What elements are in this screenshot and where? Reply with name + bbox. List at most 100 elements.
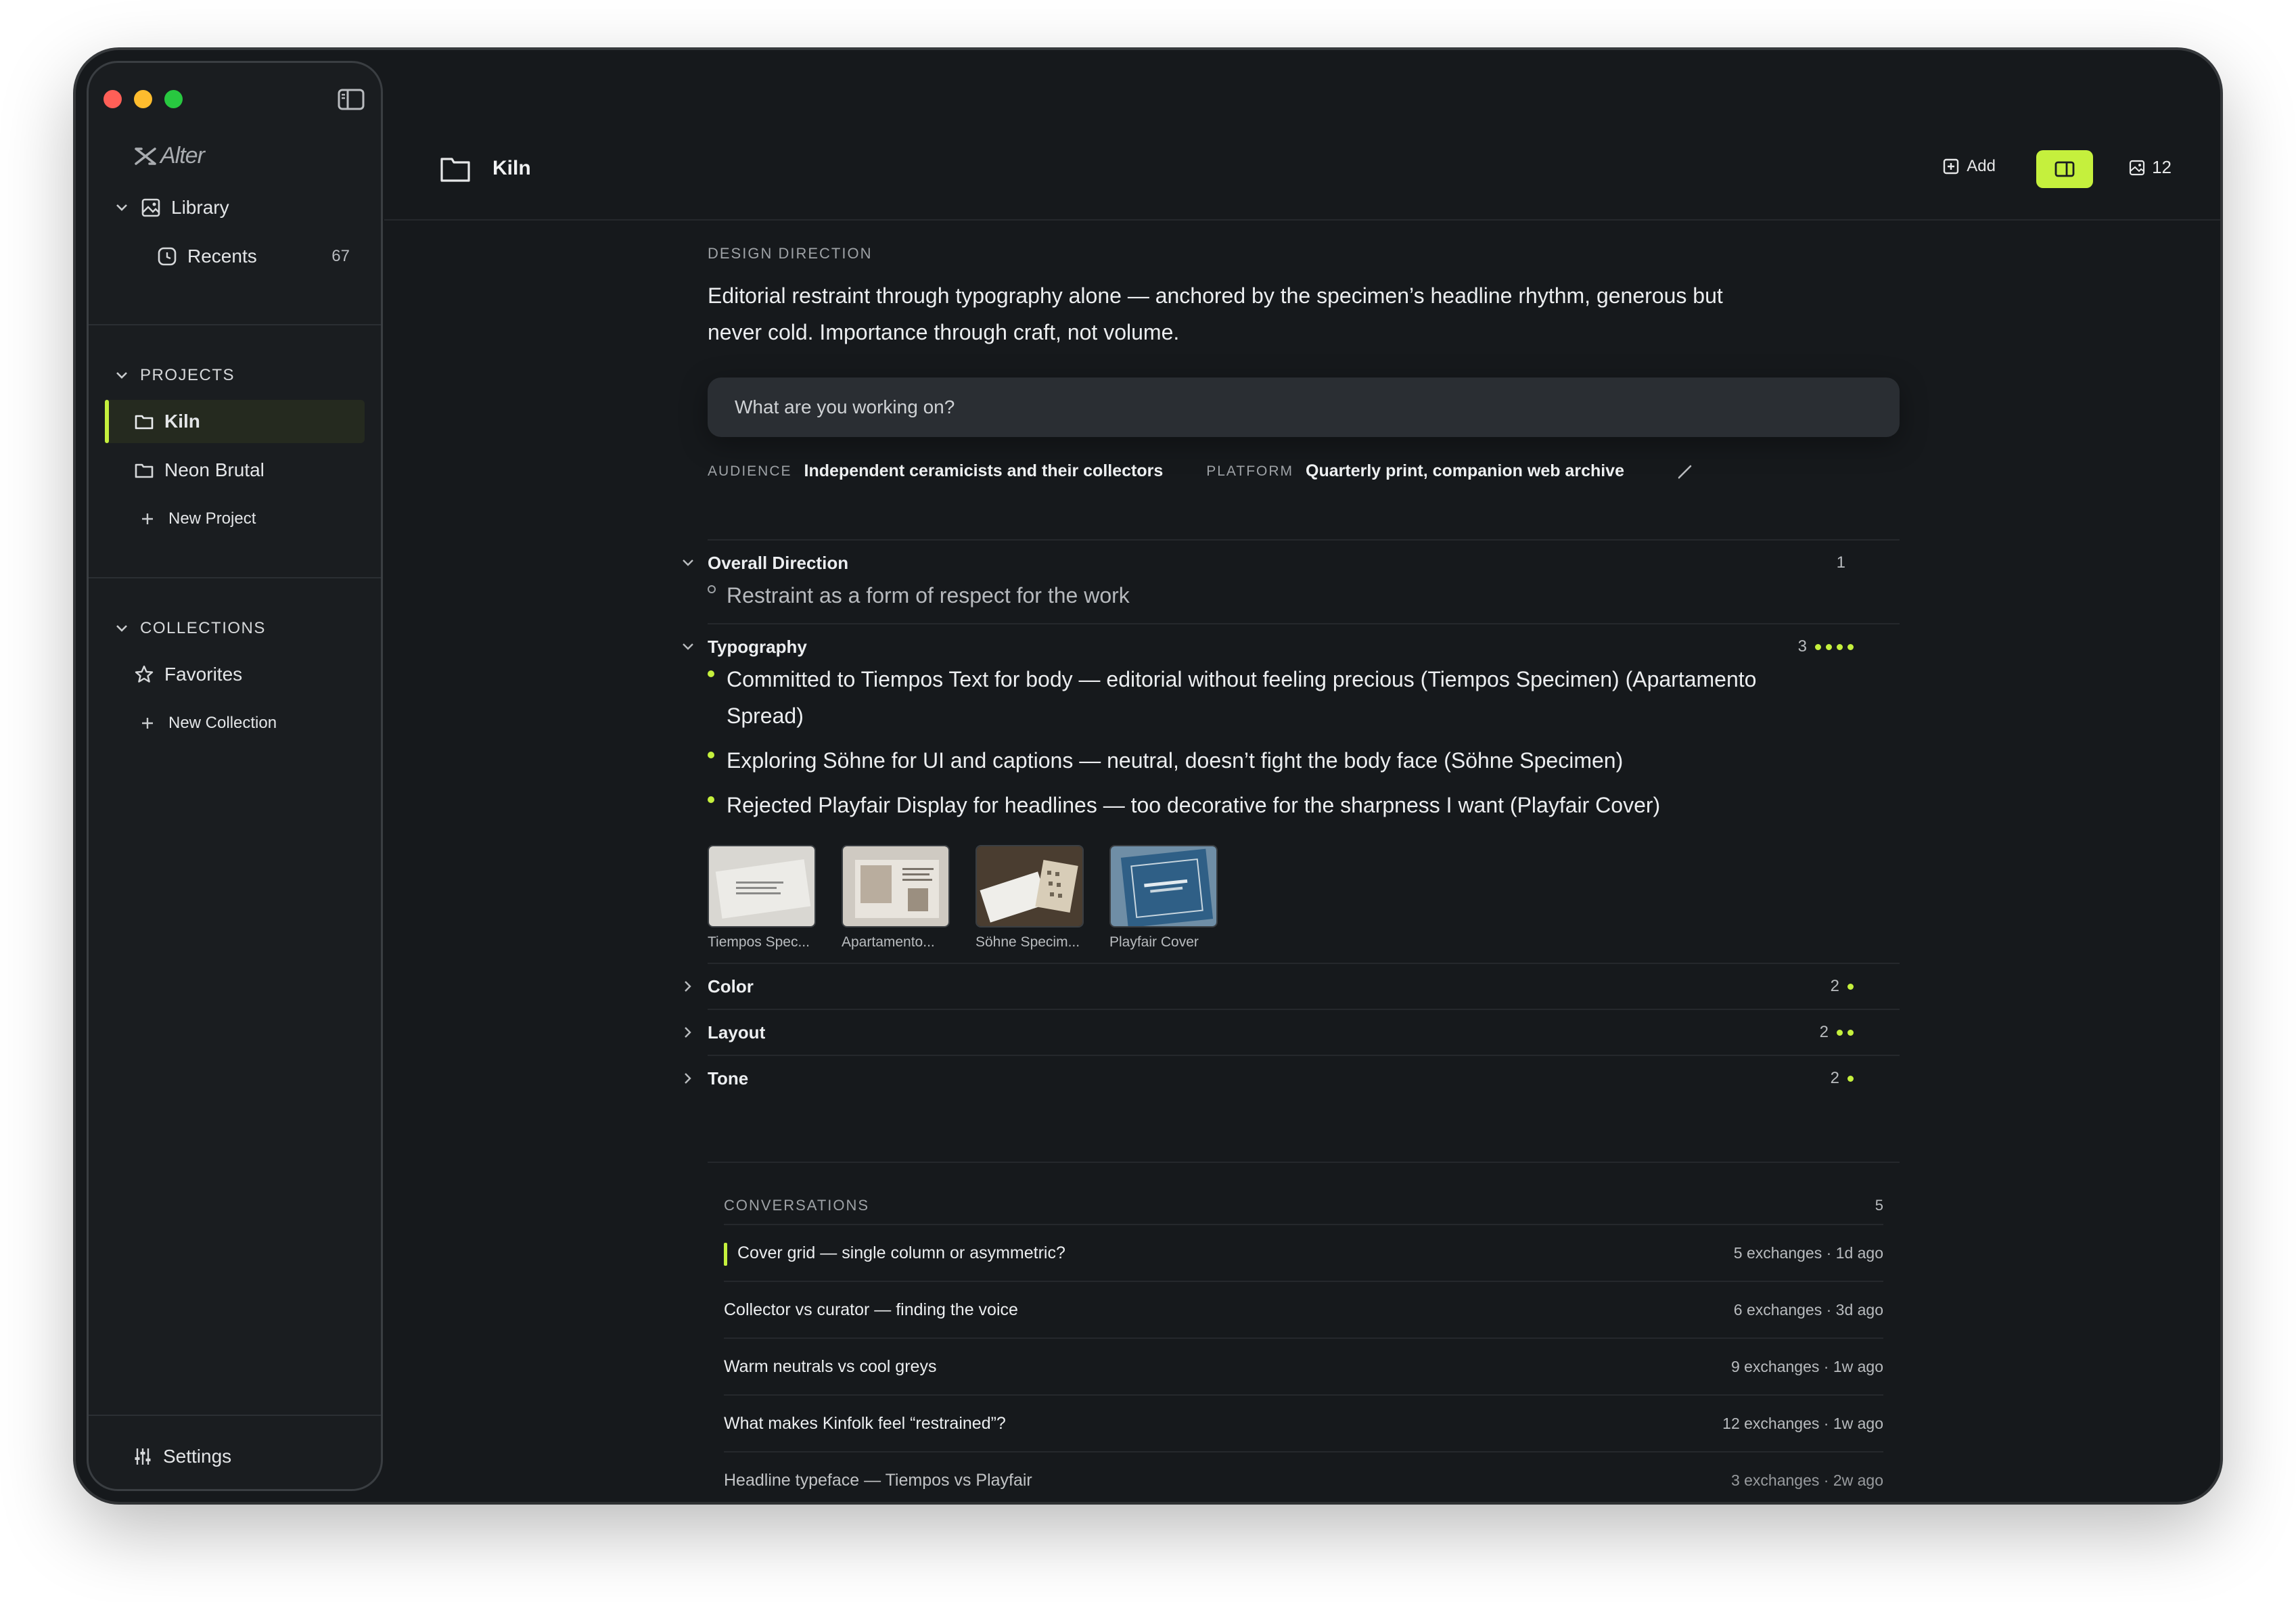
- sidebar-toggle-icon[interactable]: [338, 89, 365, 110]
- thumbnail-apartamento-spread[interactable]: Apartamento...: [842, 845, 950, 951]
- section-color: Color 2: [685, 964, 1900, 1010]
- add-button[interactable]: Add: [1942, 157, 1996, 176]
- sidebar-item-label: Library: [171, 197, 229, 218]
- section-header[interactable]: Tone 2: [685, 1056, 1900, 1101]
- section-header[interactable]: Overall Direction 1: [683, 541, 1900, 585]
- sidebar-item-library[interactable]: Library: [105, 186, 365, 229]
- projects-heading: PROJECTS: [140, 366, 235, 384]
- section-title: Color: [708, 976, 754, 997]
- collections-heading: COLLECTIONS: [140, 619, 266, 637]
- list-item: Exploring Söhne for UI and captions — ne…: [708, 742, 1900, 779]
- section-header[interactable]: Layout 2: [685, 1010, 1900, 1055]
- zoom-window-button[interactable]: [164, 90, 183, 108]
- new-project-label: New Project: [168, 509, 256, 528]
- chevron-down-icon[interactable]: [679, 638, 697, 656]
- section-count: 2: [1830, 1069, 1839, 1087]
- main-content: DESIGN DIRECTION Editorial restraint thr…: [683, 245, 1900, 1502]
- chevron-down-icon[interactable]: [113, 367, 131, 384]
- section-overall-direction: Overall Direction 1 Restraint as a form …: [683, 541, 1900, 624]
- section-title: Typography: [708, 636, 807, 657]
- plus-icon: [142, 513, 153, 524]
- image-library-icon: [141, 198, 160, 217]
- thumbnail-caption: Apartamento...: [842, 934, 935, 950]
- conversations-header: CONVERSATIONS 5: [724, 1163, 1883, 1225]
- thumbnail-playfair-cover[interactable]: Playfair Cover: [1109, 845, 1218, 951]
- minimize-window-button[interactable]: [134, 90, 152, 108]
- section-typography: Typography 3 Committed to Tiempos Text f…: [683, 624, 1900, 964]
- conversation-row[interactable]: Headline typeface — Tiempos vs Playfair …: [724, 1452, 1883, 1502]
- conversation-row[interactable]: Warm neutrals vs cool greys 9 exchanges …: [724, 1339, 1883, 1396]
- section-count-group: 2: [1820, 1023, 1854, 1042]
- sidebar-item-recents[interactable]: Recents 67: [105, 235, 365, 278]
- top-bar: Kiln Add 12: [384, 50, 2220, 221]
- thumbnail-sohne-specimen[interactable]: Söhne Specim...: [975, 845, 1084, 951]
- sidebar-item-label: Kiln: [164, 411, 200, 432]
- conversation-meta: 6 exchanges · 3d ago: [1733, 1300, 1883, 1319]
- images-count-button[interactable]: 12: [2129, 157, 2172, 178]
- add-square-icon: [1944, 158, 1959, 175]
- chevron-right-icon[interactable]: [679, 978, 697, 995]
- chevron-right-icon[interactable]: [679, 1070, 697, 1087]
- conversations-panel: CONVERSATIONS 5 Cover grid — single colu…: [708, 1162, 1900, 1502]
- section-header[interactable]: Color 2: [685, 964, 1900, 1009]
- page-title: Kiln: [492, 157, 531, 179]
- activity-dots: [1837, 1029, 1854, 1036]
- list-item: Committed to Tiempos Text for body — edi…: [708, 661, 1900, 734]
- sidebar-item-favorites[interactable]: Favorites: [105, 653, 365, 696]
- settings-button[interactable]: Settings: [105, 1435, 365, 1478]
- thumbnail-tiempos-specimen[interactable]: Tiempos Spec...: [708, 845, 816, 951]
- section-count: 2: [1819, 1023, 1829, 1041]
- thumbnail-caption: Tiempos Spec...: [708, 934, 810, 950]
- ask-input[interactable]: What are you working on?: [708, 377, 1900, 437]
- sidebar-item-project-neon-brutal[interactable]: Neon Brutal: [105, 449, 365, 492]
- platform-label: PLATFORM: [1206, 463, 1294, 479]
- list-item-text: Exploring Söhne for UI and captions — ne…: [727, 748, 1624, 773]
- chevron-down-icon[interactable]: [113, 199, 131, 216]
- thumbnail-caption: Söhne Specim...: [975, 934, 1080, 950]
- project-meta: AUDIENCE Independent ceramicists and the…: [708, 461, 1900, 481]
- panel-right-icon: [2054, 161, 2075, 177]
- section-title: Overall Direction: [708, 552, 849, 573]
- conversation-meta: 3 exchanges · 2w ago: [1730, 1471, 1883, 1489]
- thumbnail-image: [708, 845, 816, 928]
- folder-icon: [135, 415, 154, 430]
- collections-section-header[interactable]: COLLECTIONS: [105, 607, 365, 650]
- image-icon: [2129, 160, 2145, 175]
- recents-count: 67: [331, 247, 350, 265]
- add-label: Add: [1967, 157, 1996, 175]
- star-icon: [135, 665, 154, 683]
- thumbnail-caption: Playfair Cover: [1109, 934, 1199, 950]
- new-collection-button[interactable]: New Collection: [105, 702, 365, 745]
- projects-section-header[interactable]: PROJECTS: [105, 354, 365, 397]
- new-project-button[interactable]: New Project: [105, 497, 365, 541]
- bullet-dot-icon: [708, 752, 714, 758]
- close-window-button[interactable]: [104, 90, 122, 108]
- list-item: Rejected Playfair Display for headlines …: [708, 787, 1900, 823]
- conversation-meta: 12 exchanges · 1w ago: [1722, 1414, 1883, 1432]
- sidebar-divider: [89, 324, 381, 325]
- chevron-down-icon[interactable]: [679, 554, 697, 572]
- conversation-title: Warm neutrals vs cool greys: [724, 1356, 937, 1376]
- section-count-group: 3: [1798, 637, 1854, 656]
- section-header[interactable]: Typography 3: [683, 624, 1900, 669]
- conversation-title: What makes Kinfolk feel “restrained”?: [724, 1413, 1006, 1433]
- list-item-text: Rejected Playfair Display for headlines …: [727, 793, 1661, 817]
- sliders-icon: [135, 1448, 151, 1465]
- section-layout: Layout 2: [685, 1010, 1900, 1056]
- toggle-panel-button[interactable]: [2036, 150, 2093, 188]
- conversation-row[interactable]: Collector vs curator — finding the voice…: [724, 1282, 1883, 1339]
- chevron-down-icon[interactable]: [113, 620, 131, 637]
- section-title: Tone: [708, 1068, 749, 1089]
- app-logo: Alter: [133, 143, 205, 169]
- section-count: 1: [1836, 553, 1845, 572]
- folder-icon: [135, 463, 154, 478]
- sidebar-divider: [89, 577, 381, 578]
- platform-value: Quarterly print, companion web archive: [1306, 461, 1624, 480]
- sidebar-item-project-kiln[interactable]: Kiln: [105, 400, 365, 443]
- conversation-row[interactable]: What makes Kinfolk feel “restrained”? 12…: [724, 1396, 1883, 1452]
- chevron-right-icon[interactable]: [679, 1024, 697, 1041]
- conversations-label: CONVERSATIONS: [724, 1197, 870, 1214]
- pencil-icon[interactable]: [1676, 462, 1695, 481]
- list-item-text: Committed to Tiempos Text for body — edi…: [727, 667, 1757, 728]
- conversation-row[interactable]: Cover grid — single column or asymmetric…: [724, 1225, 1883, 1282]
